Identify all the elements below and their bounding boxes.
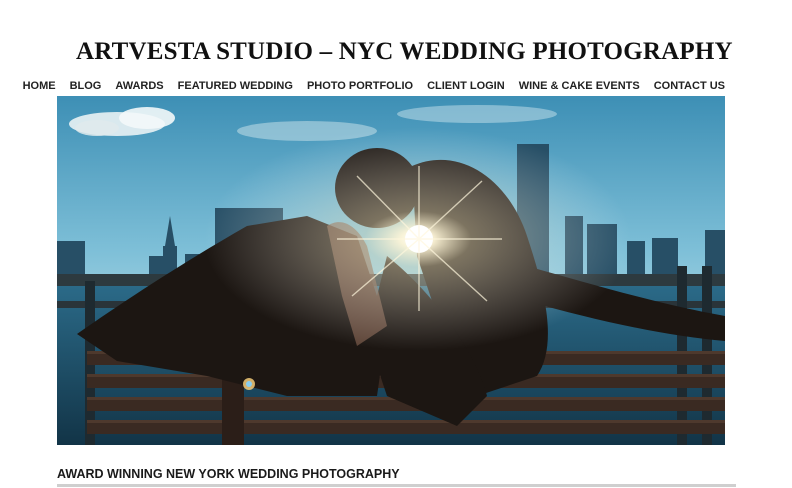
nav-item-home[interactable]: HOME	[23, 80, 56, 92]
nav-item-client-login[interactable]: CLIENT LOGIN	[427, 80, 505, 92]
hero-image	[57, 96, 725, 445]
nav-item-wine-cake-events[interactable]: WINE & CAKE EVENTS	[519, 80, 640, 92]
site-title[interactable]: ARTVESTA STUDIO – NYC WEDDING PHOTOGRAPH…	[76, 38, 733, 66]
nav-item-featured-wedding[interactable]: FEATURED WEDDING	[178, 80, 293, 92]
nav-item-awards[interactable]: AWARDS	[115, 80, 163, 92]
nav-item-contact-us[interactable]: CONTACT US	[654, 80, 725, 92]
nav-item-photo-portfolio[interactable]: PHOTO PORTFOLIO	[307, 80, 413, 92]
section-divider	[57, 484, 736, 487]
section-heading: AWARD WINNING NEW YORK WEDDING PHOTOGRAP…	[57, 467, 400, 481]
main-nav: HOME BLOG AWARDS FEATURED WEDDING PHOTO …	[9, 80, 725, 92]
hero-photo-illustration	[57, 96, 725, 445]
nav-item-blog[interactable]: BLOG	[70, 80, 102, 92]
